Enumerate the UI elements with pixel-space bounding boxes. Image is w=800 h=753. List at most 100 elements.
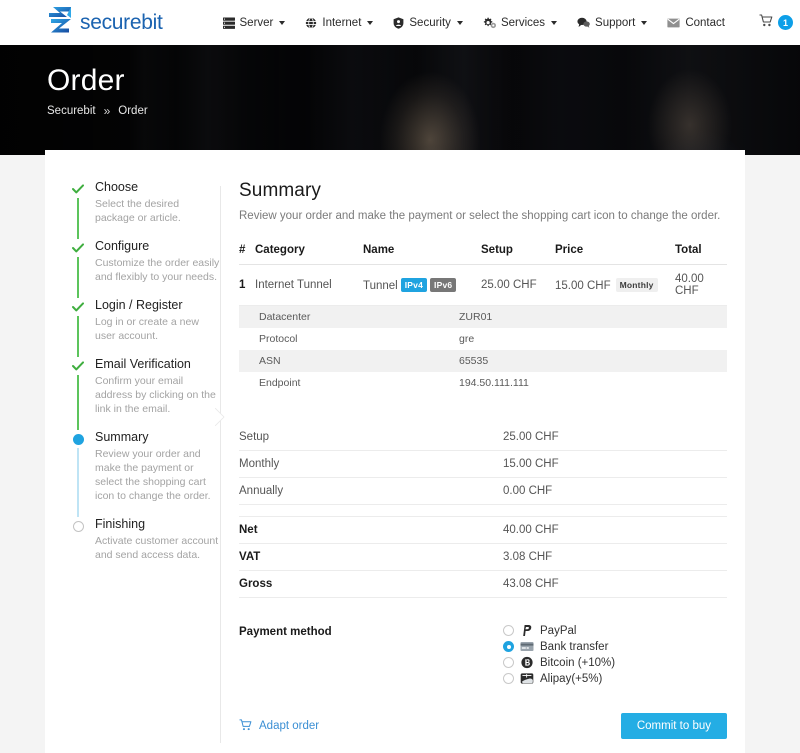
step-login-register[interactable]: Login / Register Log in or create a new … [71, 298, 220, 357]
step-email-verification[interactable]: Email Verification Confirm your email ad… [71, 357, 220, 430]
chevron-down-icon [551, 20, 558, 25]
cart-icon [759, 13, 774, 32]
payment-options-group: PayPal Bank transfer Bitcoin (+10%) Alip… [503, 624, 615, 685]
step-description: Select the desired package or article. [95, 198, 181, 224]
pricing-row-annually: Annually 0.00 CHF [239, 477, 727, 505]
cart-count-badge: 1 [777, 15, 793, 30]
step-title: Choose [95, 180, 139, 194]
nav-item-server[interactable]: Server [222, 16, 286, 29]
top-navigation-bar: securebit Server Internet Security Servi… [0, 0, 800, 45]
breadcrumb: Securebit » Order [47, 104, 800, 118]
radio-button[interactable] [503, 625, 514, 636]
page-title: Order [47, 64, 125, 97]
detail-key: ASN [239, 350, 459, 372]
cell-number: 1 [239, 264, 255, 306]
payment-option-bank-transfer[interactable]: Bank transfer [503, 640, 615, 653]
pricing-row-net: Net 40.00 CHF [239, 516, 727, 544]
nav-item-internet[interactable]: Internet [305, 16, 374, 29]
securebit-logo-icon [47, 6, 73, 39]
badge-ipv6: IPv6 [430, 278, 457, 292]
breadcrumb-current: Order [118, 105, 148, 117]
pricing-summary-table: Setup 25.00 CHF Monthly 15.00 CHF Annual… [239, 424, 727, 598]
detail-row-datacenter: Datacenter ZUR01 [239, 306, 727, 328]
adapt-order-link[interactable]: Adapt order [239, 718, 319, 734]
detail-key: Datacenter [239, 306, 459, 328]
globe-icon [305, 16, 317, 29]
radio-button[interactable] [503, 657, 514, 668]
summary-subheading: Review your order and make the payment o… [239, 210, 721, 222]
check-icon [71, 182, 85, 196]
cell-category: Internet Tunnel [255, 264, 363, 306]
step-connector [77, 316, 79, 357]
radio-button[interactable] [503, 641, 514, 652]
card-icon [520, 640, 534, 653]
nav-item-security[interactable]: Security [393, 17, 463, 29]
col-header-setup: Setup [481, 240, 555, 265]
step-connector [77, 375, 79, 430]
payment-option-bitcoin[interactable]: Bitcoin (+10%) [503, 656, 615, 669]
commit-to-buy-button[interactable]: Commit to buy [620, 713, 727, 739]
payment-option-alipay[interactable]: Alipay(+5%) [503, 672, 615, 685]
pricing-amount: 3.08 CHF [503, 543, 727, 571]
brand-logo[interactable]: securebit [47, 6, 163, 39]
nav-label: Services [500, 16, 546, 29]
detail-value: gre [459, 333, 475, 345]
divider-chevron-icon [215, 408, 225, 426]
check-icon [71, 300, 85, 314]
paypal-icon [520, 624, 534, 637]
step-summary[interactable]: Summary Review your order and make the p… [71, 430, 220, 517]
col-header-number: # [239, 240, 255, 265]
col-header-name: Name [363, 240, 481, 265]
bitcoin-icon [520, 656, 534, 669]
step-title: Finishing [95, 517, 146, 531]
summary-heading: Summary [239, 180, 321, 201]
step-configure[interactable]: Configure Customize the order easily and… [71, 239, 220, 298]
detail-key: Endpoint [259, 377, 301, 389]
step-description: Customize the order easily and flexibly … [95, 257, 220, 283]
step-connector [77, 257, 79, 298]
nav-item-contact[interactable]: Contact [667, 17, 725, 29]
pricing-label: VAT [239, 543, 503, 571]
pricing-amount: 25.00 CHF [503, 424, 727, 451]
radio-button[interactable] [503, 673, 514, 684]
pricing-row-gross: Gross 43.08 CHF [239, 570, 727, 598]
step-finishing[interactable]: Finishing Activate customer account and … [71, 517, 220, 562]
cell-name: Tunnel IPv4 IPv6 [363, 264, 481, 306]
chat-icon [577, 17, 590, 28]
pricing-label: Gross [239, 570, 503, 598]
pending-step-circle-icon [71, 519, 85, 533]
payment-option-label: Bitcoin (+10%) [540, 656, 616, 669]
nav-item-support[interactable]: Support [577, 16, 648, 29]
nav-item-services[interactable]: Services [483, 16, 558, 29]
pricing-amount: 15.00 CHF [503, 450, 727, 478]
pricing-label: Monthly [239, 450, 503, 478]
pricing-spacer [239, 504, 727, 517]
pricing-label: Net [239, 516, 503, 544]
table-row: 1 Internet Tunnel Tunnel IPv4 IPv6 25.00 C… [239, 264, 727, 306]
summary-panel: Summary Review your order and make the p… [221, 180, 745, 753]
hero-banner: Order Securebit » Order [0, 45, 800, 155]
nav-label: Internet [322, 16, 362, 29]
pricing-label: Annually [239, 477, 503, 505]
breadcrumb-separator-icon: » [103, 104, 111, 118]
nav-label: Server [239, 16, 274, 29]
detail-value: 194.50.111.111 [459, 377, 529, 389]
nav-label: Security [409, 16, 451, 29]
payment-option-paypal[interactable]: PayPal [503, 624, 615, 637]
pricing-amount: 40.00 CHF [503, 516, 727, 544]
step-title: Login / Register [95, 298, 183, 312]
nav-label: Support [595, 16, 636, 29]
step-choose[interactable]: Choose Select the desired package or art… [71, 180, 220, 239]
pricing-label: Setup [239, 424, 503, 451]
step-description: Activate customer account and send acces… [95, 535, 219, 561]
nav-label: Contact [685, 16, 725, 29]
chevron-down-icon [279, 20, 286, 25]
cart-button[interactable]: 1 [759, 13, 793, 32]
pricing-row-vat: VAT 3.08 CHF [239, 543, 727, 571]
server-icon [222, 17, 235, 29]
payment-option-label: Bank transfer [540, 640, 609, 653]
step-description: Log in or create a new user account. [95, 316, 199, 342]
alipay-icon [520, 672, 534, 685]
breadcrumb-home[interactable]: Securebit [47, 105, 96, 117]
price-amount: 15.00 CHF [555, 280, 611, 292]
